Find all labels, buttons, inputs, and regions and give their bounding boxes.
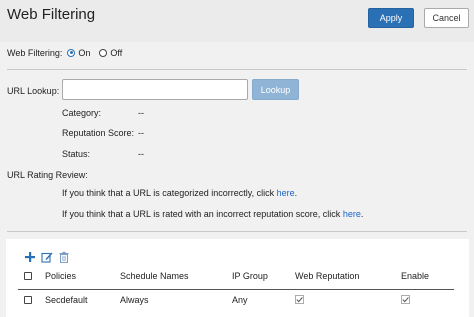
url-rating-review-label: URL Rating Review: [7, 170, 88, 180]
reputation-score-label: Reputation Score: [62, 128, 135, 138]
row-select-checkbox[interactable] [24, 296, 32, 304]
category-review-link[interactable]: here [277, 188, 295, 198]
category-review-period: . [294, 188, 298, 198]
category-label: Category: [62, 108, 102, 118]
category-review-sentence: If you think that a URL is categorized i… [62, 188, 275, 198]
schedule-name: Always [120, 295, 149, 305]
reputation-review-text: If you think that a URL is rated with an… [62, 209, 363, 219]
column-header-schedule-names: Schedule Names [120, 271, 189, 281]
lookup-button[interactable]: Lookup [252, 79, 299, 100]
column-header-ip-group: IP Group [232, 271, 268, 281]
status-value: -- [138, 149, 144, 159]
web-reputation-check-icon [295, 295, 304, 304]
radio-on[interactable] [67, 49, 76, 57]
cancel-button[interactable]: Cancel [424, 8, 469, 28]
column-header-enable: Enable [401, 271, 430, 281]
reputation-review-sentence: If you think that a URL is rated with an… [62, 209, 341, 219]
apply-button[interactable]: Apply [368, 8, 414, 28]
ip-group: Any [232, 295, 248, 305]
section-divider-2 [7, 231, 467, 232]
enable-check-icon [401, 295, 410, 304]
section-divider [7, 69, 467, 70]
reputation-score-value: -- [138, 128, 144, 138]
table-header-divider [18, 289, 454, 290]
column-header-web-reputation: Web Reputation [295, 271, 360, 281]
url-lookup-input[interactable] [62, 79, 248, 100]
column-header-policies: Policies [45, 271, 77, 281]
web-filtering-label: Web Filtering: [7, 48, 63, 58]
category-value: -- [138, 108, 144, 118]
reputation-review-period: . [360, 209, 364, 219]
category-review-text: If you think that a URL is categorized i… [62, 188, 297, 198]
reputation-review-link[interactable]: here [343, 209, 361, 219]
delete-icon[interactable] [58, 251, 70, 263]
radio-off-label: Off [110, 48, 123, 58]
select-all-checkbox[interactable] [24, 272, 32, 280]
edit-icon[interactable] [41, 251, 53, 263]
web-filtering-row: Web Filtering: On Off [7, 47, 122, 59]
status-label: Status: [62, 149, 91, 159]
url-lookup-label: URL Lookup: [7, 86, 60, 96]
page-title: Web Filtering [7, 6, 96, 23]
radio-off[interactable] [99, 49, 108, 57]
table-toolbar [24, 251, 70, 263]
plus-icon[interactable] [24, 251, 36, 263]
policy-name: Secdefault [45, 295, 88, 305]
radio-on-label: On [78, 48, 91, 58]
